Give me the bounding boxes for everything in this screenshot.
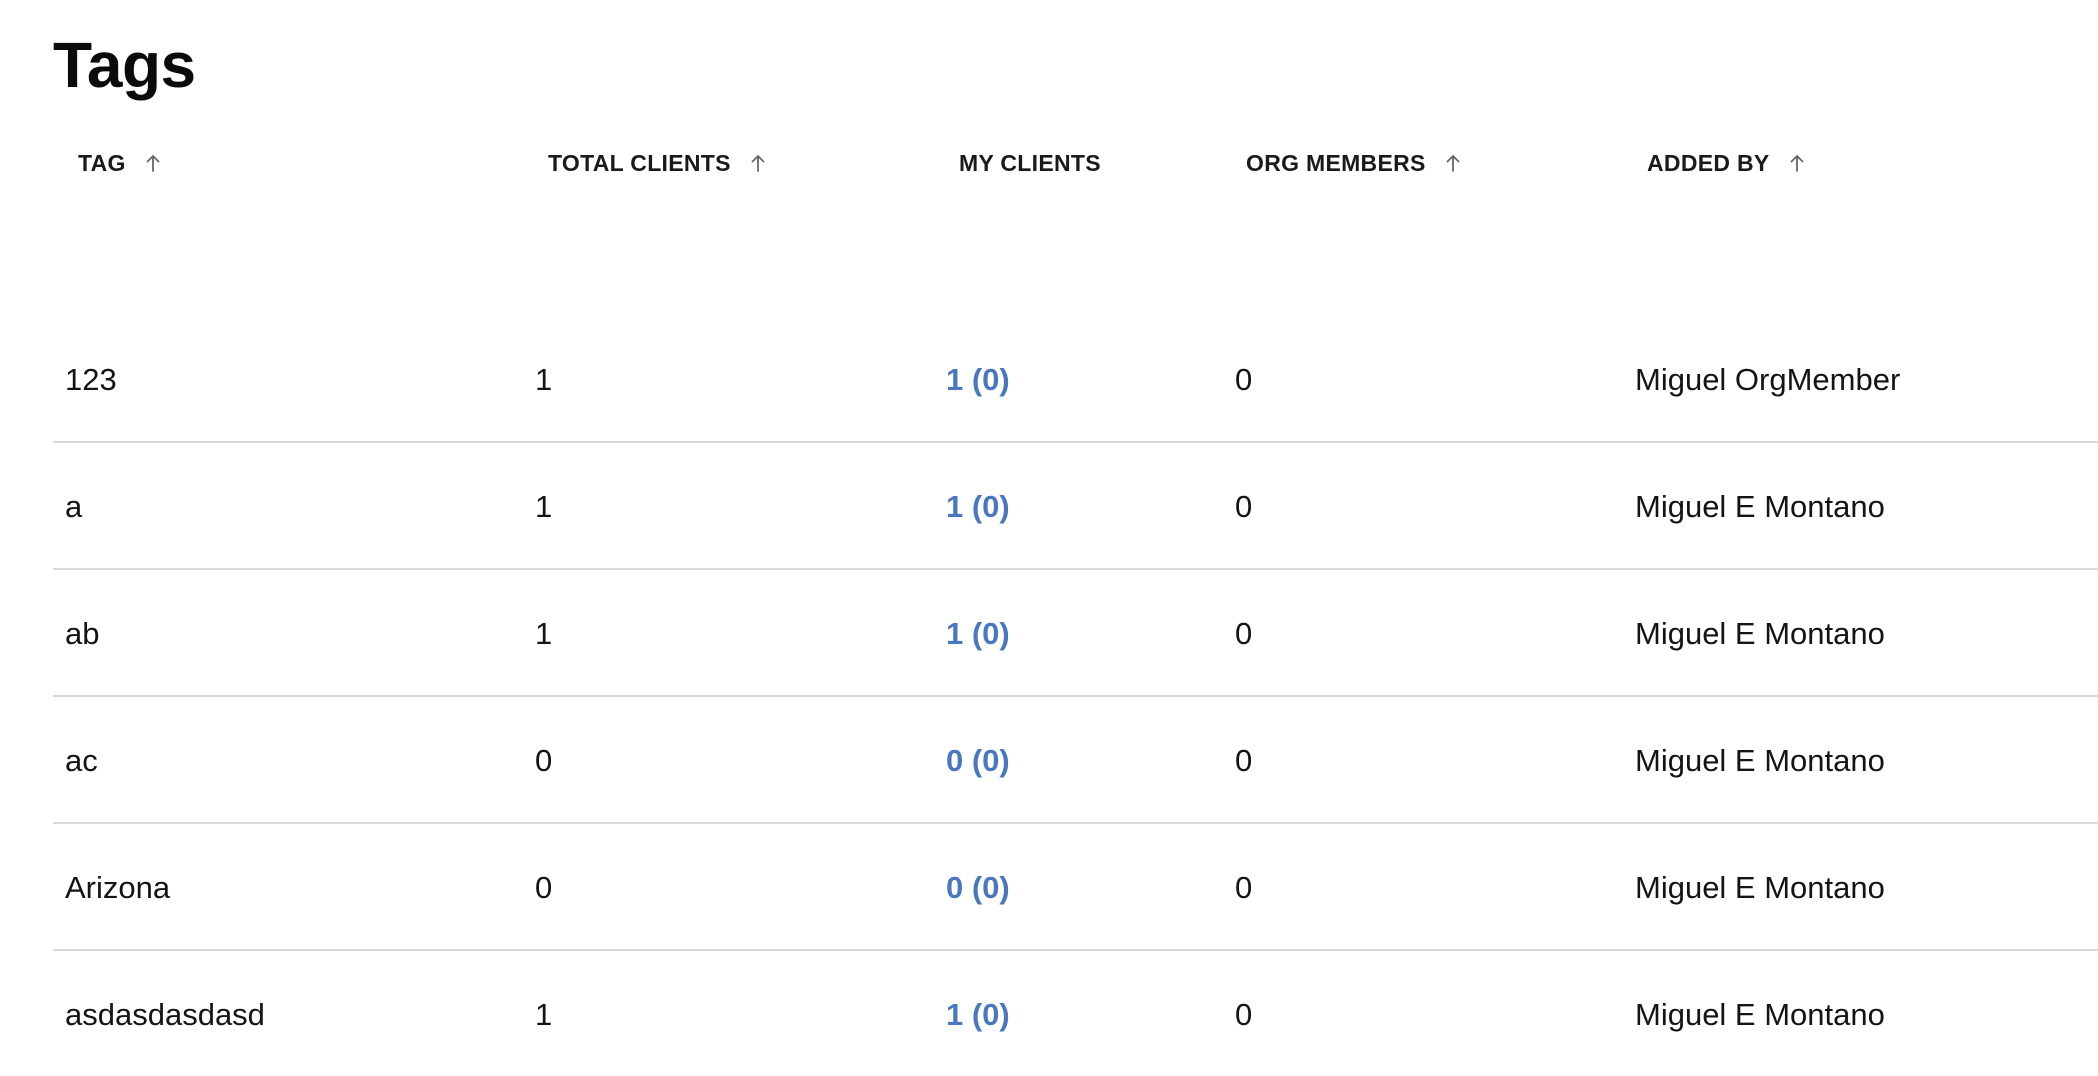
column-header-added-by[interactable]: ADDED BY (1647, 130, 1806, 196)
cell-tag: ac (65, 742, 98, 778)
column-header-label: ORG MEMBERS (1246, 149, 1426, 176)
cell-total-clients: 1 (535, 615, 553, 651)
my-clients-link[interactable]: 0 (0) (946, 824, 1010, 951)
column-header-my-clients: MY CLIENTS (959, 130, 1101, 196)
cell-added-by: Miguel E Montano (1635, 996, 1885, 1032)
cell-added-by: Miguel E Montano (1635, 615, 1885, 651)
column-header-label: MY CLIENTS (959, 149, 1101, 176)
cell-org-members: 0 (1235, 615, 1253, 651)
cell-org-members: 0 (1235, 488, 1253, 524)
cell-total-clients: 0 (535, 742, 553, 778)
cell-total-clients: 1 (535, 361, 553, 397)
arrow-up-icon[interactable] (1444, 152, 1462, 174)
page-title: Tags (53, 29, 196, 101)
cell-total-clients: 1 (535, 488, 553, 524)
column-header-label: TOTAL CLIENTS (548, 149, 731, 176)
table-row: asdasdasdasd 1 1 (0) 0 Miguel E Montano (53, 951, 2098, 1076)
cell-tag: 123 (65, 361, 117, 397)
column-header-total-clients[interactable]: TOTAL CLIENTS (548, 130, 767, 196)
table-row: ab 1 1 (0) 0 Miguel E Montano (53, 570, 2098, 697)
my-clients-link[interactable]: 1 (0) (946, 570, 1010, 697)
table-header: TAG TOTAL CLIENTS MY CLIENTS ORG MEMBERS (53, 130, 2098, 196)
cell-added-by: Miguel E Montano (1635, 742, 1885, 778)
my-clients-link[interactable]: 1 (0) (946, 951, 1010, 1076)
arrow-up-icon[interactable] (749, 152, 767, 174)
my-clients-link[interactable]: 1 (0) (946, 443, 1010, 570)
tags-table: TAG TOTAL CLIENTS MY CLIENTS ORG MEMBERS (53, 130, 2098, 1076)
cell-total-clients: 1 (535, 996, 553, 1032)
cell-tag: Arizona (65, 869, 171, 905)
cell-total-clients: 0 (535, 869, 553, 905)
cell-added-by: Miguel E Montano (1635, 869, 1885, 905)
cell-added-by: Miguel E Montano (1635, 488, 1885, 524)
my-clients-link[interactable]: 1 (0) (946, 316, 1010, 443)
cell-org-members: 0 (1235, 361, 1253, 397)
cell-org-members: 0 (1235, 996, 1253, 1032)
table-row: a 1 1 (0) 0 Miguel E Montano (53, 443, 2098, 570)
table-row: ac 0 0 (0) 0 Miguel E Montano (53, 697, 2098, 824)
column-header-label: ADDED BY (1647, 149, 1770, 176)
header-spacer (53, 196, 2098, 316)
table-row: Arizona 0 0 (0) 0 Miguel E Montano (53, 824, 2098, 951)
table-row: 123 1 1 (0) 0 Miguel OrgMember (53, 316, 2098, 443)
tags-page: Tags TAG TOTAL CLIENTS MY CLIENTS ORG ME… (0, 0, 2098, 1076)
column-header-tag[interactable]: TAG (78, 130, 162, 196)
arrow-up-icon[interactable] (144, 152, 162, 174)
column-header-label: TAG (78, 149, 126, 176)
cell-tag: a (65, 488, 83, 524)
my-clients-link[interactable]: 0 (0) (946, 697, 1010, 824)
column-header-org-members[interactable]: ORG MEMBERS (1246, 130, 1462, 196)
cell-org-members: 0 (1235, 742, 1253, 778)
cell-added-by: Miguel OrgMember (1635, 361, 1901, 397)
cell-tag: ab (65, 615, 100, 651)
cell-tag: asdasdasdasd (65, 996, 265, 1032)
cell-org-members: 0 (1235, 869, 1253, 905)
arrow-up-icon[interactable] (1788, 152, 1806, 174)
